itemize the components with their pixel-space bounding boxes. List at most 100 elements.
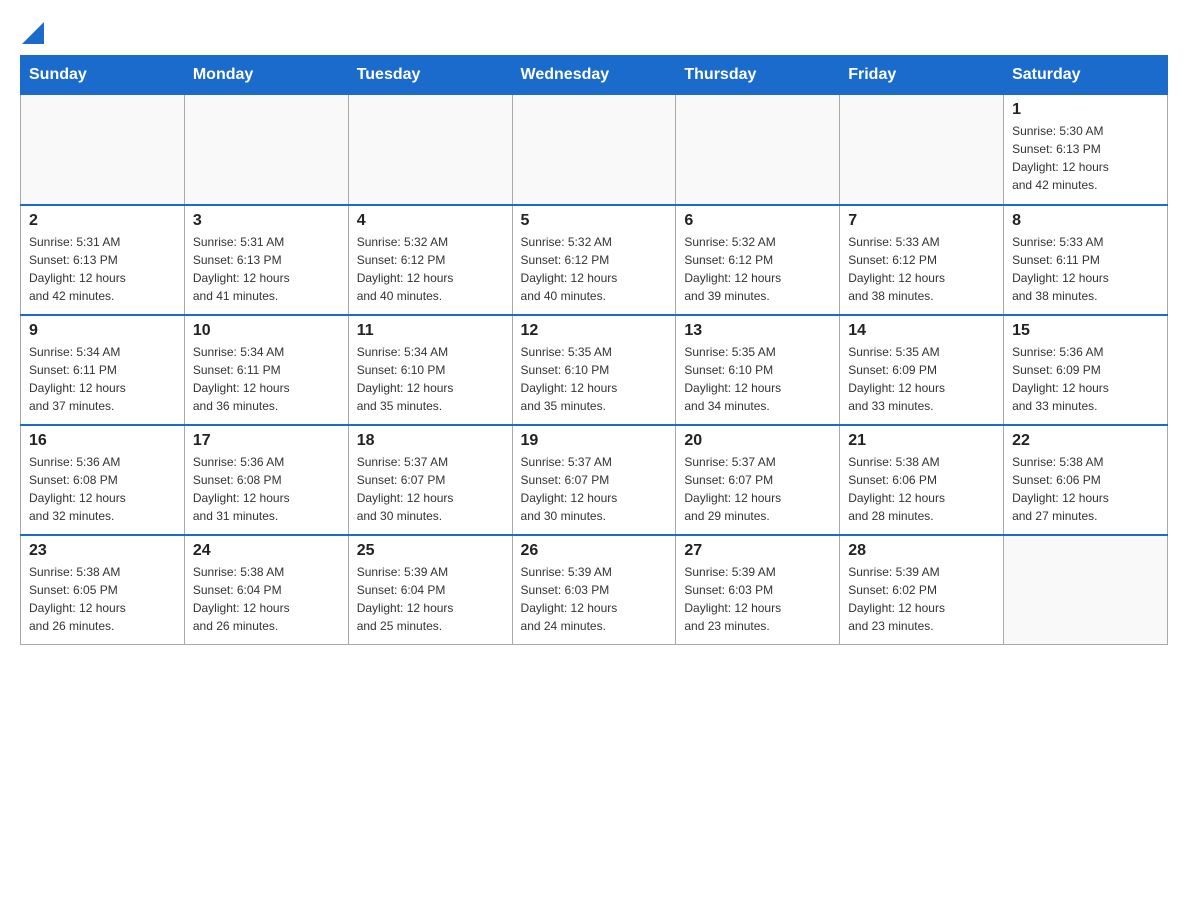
table-row [21, 95, 185, 205]
day-number: 22 [1012, 432, 1159, 450]
day-number: 2 [29, 212, 176, 230]
day-number: 24 [193, 542, 340, 560]
header-monday: Monday [184, 56, 348, 95]
table-row: 25 Sunrise: 5:39 AM Sunset: 6:04 PM Dayli… [348, 535, 512, 645]
table-row: 14 Sunrise: 5:35 AM Sunset: 6:09 PM Dayli… [840, 315, 1004, 425]
table-row: 13 Sunrise: 5:35 AM Sunset: 6:10 PM Dayli… [676, 315, 840, 425]
calendar-week-row: 1 Sunrise: 5:30 AM Sunset: 6:13 PM Daylig… [21, 95, 1168, 205]
calendar-week-row: 2 Sunrise: 5:31 AM Sunset: 6:13 PM Daylig… [21, 205, 1168, 315]
day-info: Sunrise: 5:33 AM Sunset: 6:12 PM Dayligh… [848, 233, 995, 305]
day-number: 23 [29, 542, 176, 560]
table-row: 15 Sunrise: 5:36 AM Sunset: 6:09 PM Dayli… [1004, 315, 1168, 425]
day-info: Sunrise: 5:39 AM Sunset: 6:03 PM Dayligh… [684, 563, 831, 635]
day-info: Sunrise: 5:32 AM Sunset: 6:12 PM Dayligh… [521, 233, 668, 305]
table-row: 22 Sunrise: 5:38 AM Sunset: 6:06 PM Dayli… [1004, 425, 1168, 535]
day-number: 12 [521, 322, 668, 340]
table-row: 26Sunrise: 5:39 AM Sunset: 6:03 PM Dayli… [512, 535, 676, 645]
logo-triangle-icon [22, 22, 44, 44]
day-info: Sunrise: 5:32 AM Sunset: 6:12 PM Dayligh… [684, 233, 831, 305]
table-row: 18 Sunrise: 5:37 AM Sunset: 6:07 PM Dayli… [348, 425, 512, 535]
day-number: 1 [1012, 101, 1159, 119]
day-number: 7 [848, 212, 995, 230]
day-info: Sunrise: 5:38 AM Sunset: 6:04 PM Dayligh… [193, 563, 340, 635]
table-row: 16 Sunrise: 5:36 AM Sunset: 6:08 PM Dayli… [21, 425, 185, 535]
day-info: Sunrise: 5:35 AM Sunset: 6:09 PM Dayligh… [848, 343, 995, 415]
day-info: Sunrise: 5:31 AM Sunset: 6:13 PM Dayligh… [29, 233, 176, 305]
page-header [20, 20, 1168, 45]
day-info: Sunrise: 5:35 AM Sunset: 6:10 PM Dayligh… [521, 343, 668, 415]
day-number: 26 [521, 542, 668, 560]
day-number: 13 [684, 322, 831, 340]
table-row: 7 Sunrise: 5:33 AM Sunset: 6:12 PM Daylig… [840, 205, 1004, 315]
day-number: 28 [848, 542, 995, 560]
table-row: 24 Sunrise: 5:38 AM Sunset: 6:04 PM Dayli… [184, 535, 348, 645]
day-info: Sunrise: 5:36 AM Sunset: 6:08 PM Dayligh… [193, 453, 340, 525]
day-number: 9 [29, 322, 176, 340]
day-number: 25 [357, 542, 504, 560]
day-info: Sunrise: 5:32 AM Sunset: 6:12 PM Dayligh… [357, 233, 504, 305]
table-row: 23 Sunrise: 5:38 AM Sunset: 6:05 PM Dayli… [21, 535, 185, 645]
table-row: 1 Sunrise: 5:30 AM Sunset: 6:13 PM Daylig… [1004, 95, 1168, 205]
day-info: Sunrise: 5:38 AM Sunset: 6:06 PM Dayligh… [848, 453, 995, 525]
table-row [512, 95, 676, 205]
table-row: 5 Sunrise: 5:32 AM Sunset: 6:12 PM Daylig… [512, 205, 676, 315]
day-number: 6 [684, 212, 831, 230]
day-number: 5 [521, 212, 668, 230]
day-number: 27 [684, 542, 831, 560]
table-row [840, 95, 1004, 205]
day-info: Sunrise: 5:37 AM Sunset: 6:07 PM Dayligh… [684, 453, 831, 525]
table-row [676, 95, 840, 205]
header-saturday: Saturday [1004, 56, 1168, 95]
logo [20, 20, 44, 45]
table-row: 21 Sunrise: 5:38 AM Sunset: 6:06 PM Dayli… [840, 425, 1004, 535]
day-number: 17 [193, 432, 340, 450]
calendar-header-row: Sunday Monday Tuesday Wednesday Thursday… [21, 56, 1168, 95]
table-row: 8Sunrise: 5:33 AM Sunset: 6:11 PM Daylig… [1004, 205, 1168, 315]
day-info: Sunrise: 5:36 AM Sunset: 6:09 PM Dayligh… [1012, 343, 1159, 415]
day-info: Sunrise: 5:36 AM Sunset: 6:08 PM Dayligh… [29, 453, 176, 525]
header-thursday: Thursday [676, 56, 840, 95]
table-row: 17 Sunrise: 5:36 AM Sunset: 6:08 PM Dayli… [184, 425, 348, 535]
day-number: 21 [848, 432, 995, 450]
day-number: 8 [1012, 212, 1159, 230]
day-info: Sunrise: 5:37 AM Sunset: 6:07 PM Dayligh… [521, 453, 668, 525]
day-info: Sunrise: 5:35 AM Sunset: 6:10 PM Dayligh… [684, 343, 831, 415]
day-number: 3 [193, 212, 340, 230]
day-number: 4 [357, 212, 504, 230]
day-info: Sunrise: 5:39 AM Sunset: 6:04 PM Dayligh… [357, 563, 504, 635]
day-info: Sunrise: 5:38 AM Sunset: 6:06 PM Dayligh… [1012, 453, 1159, 525]
day-info: Sunrise: 5:30 AM Sunset: 6:13 PM Dayligh… [1012, 122, 1159, 194]
table-row [1004, 535, 1168, 645]
table-row: 2 Sunrise: 5:31 AM Sunset: 6:13 PM Daylig… [21, 205, 185, 315]
table-row: 4 Sunrise: 5:32 AM Sunset: 6:12 PM Daylig… [348, 205, 512, 315]
day-info: Sunrise: 5:31 AM Sunset: 6:13 PM Dayligh… [193, 233, 340, 305]
table-row: 9 Sunrise: 5:34 AM Sunset: 6:11 PM Daylig… [21, 315, 185, 425]
day-number: 10 [193, 322, 340, 340]
day-info: Sunrise: 5:34 AM Sunset: 6:11 PM Dayligh… [193, 343, 340, 415]
calendar-week-row: 16 Sunrise: 5:36 AM Sunset: 6:08 PM Dayli… [21, 425, 1168, 535]
header-sunday: Sunday [21, 56, 185, 95]
day-number: 14 [848, 322, 995, 340]
table-row: 6 Sunrise: 5:32 AM Sunset: 6:12 PM Daylig… [676, 205, 840, 315]
day-number: 18 [357, 432, 504, 450]
table-row: 3 Sunrise: 5:31 AM Sunset: 6:13 PM Daylig… [184, 205, 348, 315]
day-info: Sunrise: 5:39 AM Sunset: 6:02 PM Dayligh… [848, 563, 995, 635]
calendar-table: Sunday Monday Tuesday Wednesday Thursday… [20, 55, 1168, 645]
table-row: 10 Sunrise: 5:34 AM Sunset: 6:11 PM Dayli… [184, 315, 348, 425]
day-info: Sunrise: 5:37 AM Sunset: 6:07 PM Dayligh… [357, 453, 504, 525]
day-number: 11 [357, 322, 504, 340]
day-number: 15 [1012, 322, 1159, 340]
day-info: Sunrise: 5:38 AM Sunset: 6:05 PM Dayligh… [29, 563, 176, 635]
table-row: 27 Sunrise: 5:39 AM Sunset: 6:03 PM Dayli… [676, 535, 840, 645]
header-friday: Friday [840, 56, 1004, 95]
table-row: 20 Sunrise: 5:37 AM Sunset: 6:07 PM Dayli… [676, 425, 840, 535]
day-info: Sunrise: 5:34 AM Sunset: 6:11 PM Dayligh… [29, 343, 176, 415]
calendar-week-row: 23 Sunrise: 5:38 AM Sunset: 6:05 PM Dayli… [21, 535, 1168, 645]
header-tuesday: Tuesday [348, 56, 512, 95]
table-row: 11Sunrise: 5:34 AM Sunset: 6:10 PM Dayli… [348, 315, 512, 425]
table-row [184, 95, 348, 205]
table-row: 28 Sunrise: 5:39 AM Sunset: 6:02 PM Dayli… [840, 535, 1004, 645]
day-number: 16 [29, 432, 176, 450]
day-number: 20 [684, 432, 831, 450]
day-number: 19 [521, 432, 668, 450]
